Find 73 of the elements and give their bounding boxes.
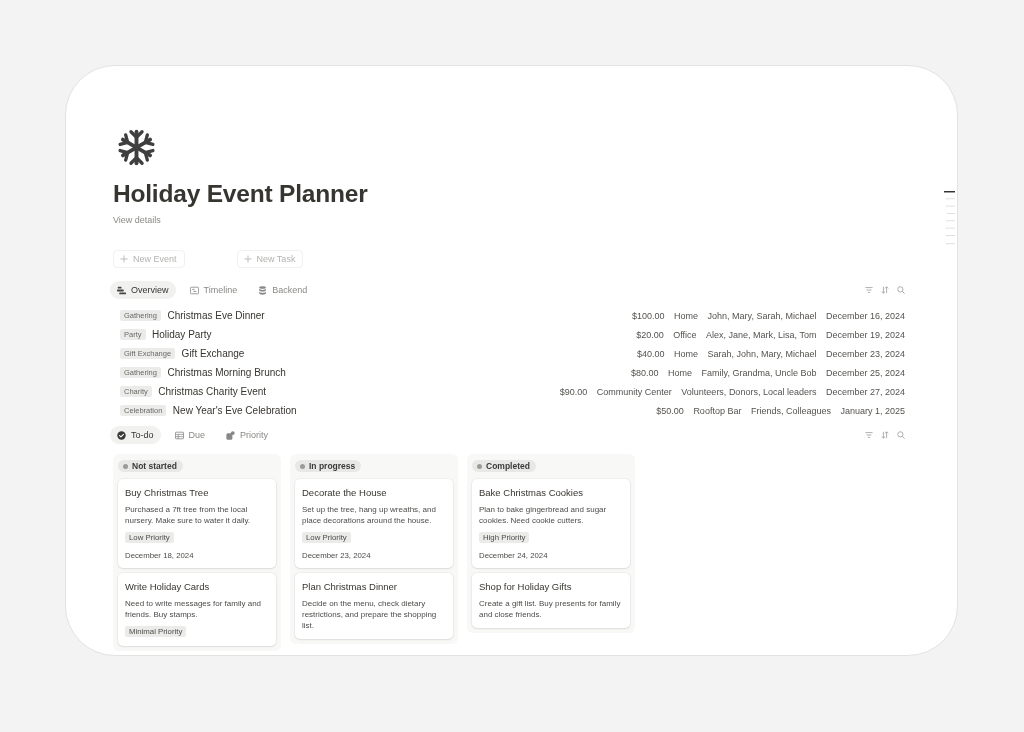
date-text: December 23, 2024 xyxy=(825,348,905,359)
budget-text: $100.00 xyxy=(632,310,665,321)
date-text: December 19, 2024 xyxy=(825,329,905,340)
location-text: Home xyxy=(668,367,693,378)
event-name[interactable]: New Year's Eve Celebration xyxy=(172,405,297,416)
event-name[interactable]: Christmas Morning Brunch xyxy=(167,367,286,378)
budget-text: $40.00 xyxy=(637,348,665,359)
check-circle-icon xyxy=(117,430,126,440)
task-description: Purchased a 7ft tree from the local nursery. Make sure to water it daily. xyxy=(125,504,252,526)
status-label: In progress xyxy=(309,461,356,471)
location-text: Office xyxy=(673,329,697,340)
plus-icon xyxy=(120,255,128,263)
date-text: December 25, 2024 xyxy=(825,367,905,378)
budget-text: $50.00 xyxy=(656,405,684,416)
date-text: December 27, 2024 xyxy=(825,386,905,397)
budget-text: $20.00 xyxy=(636,329,664,340)
task-description: Plan to bake gingerbread and sugar cookies. Need cookie cutters. xyxy=(479,504,608,526)
guests-text: Family, Grandma, Uncle Bob xyxy=(701,367,817,378)
view-tab[interactable]: Priority xyxy=(219,426,276,444)
event-name[interactable]: Holiday Party xyxy=(152,329,212,340)
view-tab[interactable]: Timeline xyxy=(182,281,245,299)
event-name[interactable]: Christmas Charity Event xyxy=(158,386,267,397)
filter-icon[interactable] xyxy=(865,431,873,439)
event-name[interactable]: Gift Exchange xyxy=(181,348,245,359)
task-description: Decide on the menu, check dietary restrictions, and prepare the shopping list. xyxy=(302,598,438,631)
view-details-link[interactable]: View details xyxy=(113,215,161,225)
status-dot-icon xyxy=(300,463,305,469)
budget-text: $90.00 xyxy=(559,386,588,397)
task-card[interactable]: Shop for Holiday Gifts Create a gift list. Buy presents for family and close friends. xyxy=(472,573,630,628)
database-icon xyxy=(258,285,268,295)
location-text: Home xyxy=(674,310,699,321)
task-card[interactable]: Plan Christmas Dinner Decide on the menu, check dietary restrictions, and prepare the shopping list. xyxy=(295,573,453,639)
guests-text: John, Mary, Sarah, Michael xyxy=(707,310,817,321)
task-title: Shop for Holiday Gifts xyxy=(479,580,573,593)
location-text: Rooftop Bar xyxy=(693,405,742,416)
filter-icon[interactable] xyxy=(865,286,873,294)
guests-text: Sarah, John, Mary, Michael xyxy=(707,348,817,359)
event-name[interactable]: Christmas Eve Dinner xyxy=(167,310,265,321)
task-title: Plan Christmas Dinner xyxy=(302,580,399,593)
task-title: Write Holiday Cards xyxy=(125,580,211,593)
plus-icon xyxy=(243,255,252,263)
timeline-icon xyxy=(189,285,199,295)
status-dot-icon xyxy=(477,463,482,469)
task-title: Bake Christmas Cookies xyxy=(479,486,584,499)
status-label: Not started xyxy=(132,461,177,471)
task-title: Buy Christmas Tree xyxy=(125,486,210,499)
view-tab[interactable]: Due xyxy=(167,426,213,444)
task-description: Create a gift list. Buy presents for family and close friends. xyxy=(479,598,622,620)
sort-icon[interactable] xyxy=(881,431,889,439)
page-title: Holiday Event Planner xyxy=(113,179,369,209)
location-text: Community Center xyxy=(596,386,672,397)
guests-text: Friends, Colleagues xyxy=(750,405,831,416)
search-icon[interactable] xyxy=(897,286,905,294)
date-text: December 16, 2024 xyxy=(825,310,905,321)
task-title: Decorate the House xyxy=(302,486,388,499)
table-icon xyxy=(174,430,184,440)
view-tab[interactable]: Overview xyxy=(110,281,176,299)
location-text: Home xyxy=(674,348,699,359)
snowflake-icon xyxy=(118,129,155,166)
view-tab[interactable]: To-do xyxy=(110,426,161,444)
shapes-icon xyxy=(226,430,236,440)
status-label: Completed xyxy=(486,461,530,471)
budget-text: $80.00 xyxy=(631,367,659,378)
view-tab[interactable]: Backend xyxy=(251,281,315,299)
guests-text: Alex, Jane, Mark, Lisa, Tom xyxy=(706,329,817,340)
guests-text: Volunteers, Donors, Local leaders xyxy=(681,386,817,397)
stack-icon xyxy=(117,285,126,295)
sort-icon[interactable] xyxy=(881,286,889,294)
task-description: Need to write messages for family and friends. Buy stamps. xyxy=(125,598,263,620)
search-icon[interactable] xyxy=(897,431,905,439)
status-dot-icon xyxy=(123,463,128,469)
date-text: January 1, 2025 xyxy=(840,405,905,416)
task-description: Set up the tree, hang up wreaths, and place decorations around the house. xyxy=(302,504,437,526)
